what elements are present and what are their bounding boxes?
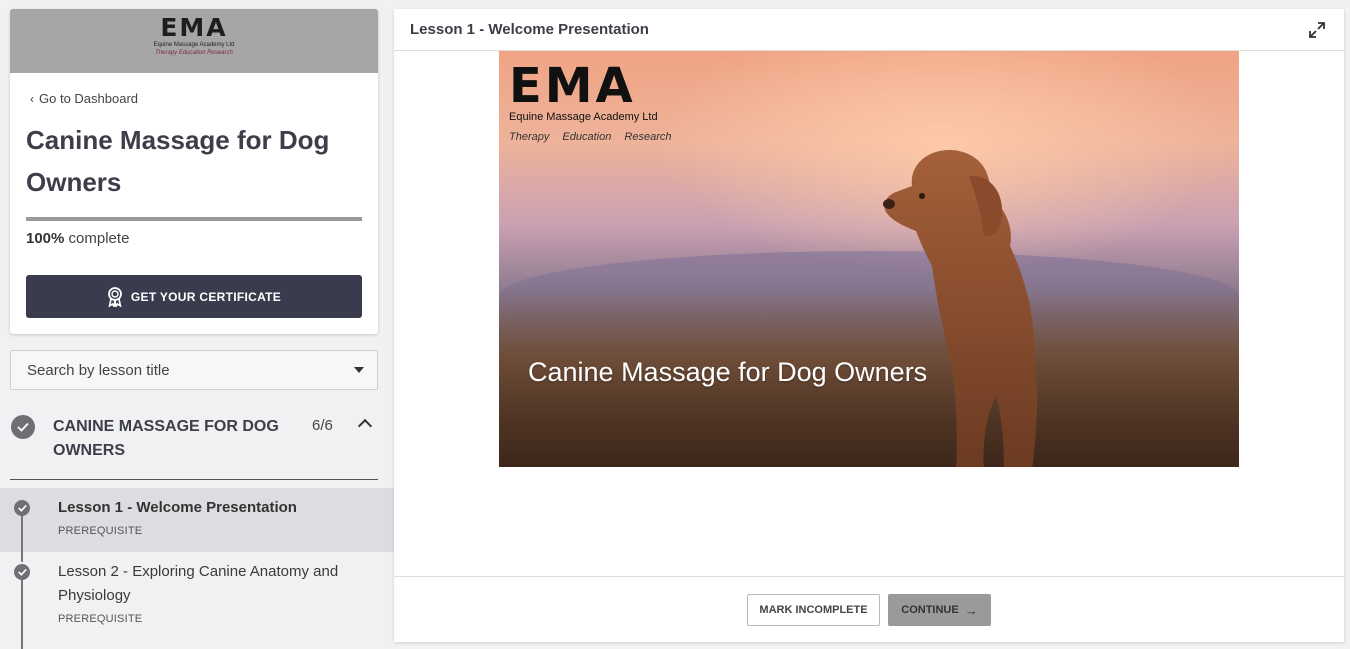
arrow-right-icon: →: [964, 602, 978, 618]
go-to-dashboard-link[interactable]: ‹ Go to Dashboard: [30, 91, 138, 106]
sidebar: EMA Equine Massage Academy Ltd Therapy E…: [0, 0, 394, 649]
course-title: Canine Massage for Dog Owners: [26, 125, 330, 197]
logo-subtitle: Equine Massage Academy Ltd: [153, 42, 235, 48]
chapter-header[interactable]: CANINE MASSAGE FOR DOG OWNERS 6/6: [10, 405, 378, 480]
progress-suffix: complete: [68, 230, 130, 247]
expand-icon[interactable]: [1308, 21, 1326, 39]
lesson-heading: Lesson 1 - Welcome Presentation: [410, 21, 649, 38]
media-ema-logo: EMA Equine Massage Academy Ltd Therapy E…: [509, 61, 671, 143]
chapter-check-icon: [11, 415, 35, 439]
presentation-title: Canine Massage for Dog Owners: [528, 357, 928, 387]
caret-down-icon: [354, 367, 364, 373]
logo-text: EMA: [160, 13, 228, 42]
ema-logo: EMA Equine Massage Academy Ltd Therapy E…: [148, 15, 240, 58]
mark-incomplete-button[interactable]: MARK INCOMPLETE: [747, 594, 880, 626]
get-certificate-button[interactable]: GET YOUR CERTIFICATE: [26, 275, 362, 318]
search-placeholder: Search by lesson title: [27, 361, 170, 379]
lesson-rail: [21, 580, 23, 649]
lesson-item-2[interactable]: Lesson 2 - Exploring Canine Anatomy and …: [0, 552, 394, 649]
lesson-check-icon: [14, 500, 30, 516]
chapter-title: CANINE MASSAGE FOR DOG OWNERS: [53, 418, 279, 459]
logo-tagline: Therapy Education Research: [155, 50, 233, 56]
progress-text: 100% complete: [26, 230, 129, 247]
media-logo-text: EMA: [509, 58, 636, 114]
back-link-label: Go to Dashboard: [39, 91, 139, 106]
presentation-media[interactable]: EMA Equine Massage Academy Ltd Therapy E…: [499, 51, 1239, 467]
progress-bar: [26, 217, 362, 221]
mark-incomplete-label: MARK INCOMPLETE: [759, 604, 868, 616]
media-logo-tagline: Therapy Education Research: [509, 131, 672, 143]
lesson-title: Lesson 2 - Exploring Canine Anatomy and …: [58, 563, 339, 604]
dog-image: [883, 150, 1038, 467]
lesson-tag: PREREQUISITE: [58, 525, 143, 537]
lesson-search-select[interactable]: Search by lesson title: [10, 350, 378, 390]
lesson-content: Lesson 1 - Welcome Presentation EMA Equi…: [394, 9, 1344, 642]
lesson-tag: PREREQUISITE: [58, 613, 143, 625]
lesson-item-1[interactable]: Lesson 1 - Welcome Presentation PREREQUI…: [0, 488, 394, 552]
continue-label: CONTINUE: [901, 604, 959, 616]
lesson-check-icon: [14, 564, 30, 580]
lesson-topbar: Lesson 1 - Welcome Presentation: [394, 9, 1344, 51]
award-icon: [107, 286, 122, 307]
lesson-rail: [21, 516, 23, 552]
chevron-left-icon: ‹: [30, 92, 34, 106]
progress-percent: 100%: [26, 230, 65, 247]
course-logo-banner: EMA Equine Massage Academy Ltd Therapy E…: [10, 9, 378, 73]
chevron-up-icon[interactable]: [357, 418, 373, 434]
media-logo-subtitle: Equine Massage Academy Ltd: [509, 111, 658, 123]
chapter-count: 6/6: [312, 417, 333, 434]
lesson-title: Lesson 1 - Welcome Presentation: [58, 499, 297, 516]
lesson-footer: MARK INCOMPLETE CONTINUE →: [394, 576, 1344, 642]
certificate-button-label: GET YOUR CERTIFICATE: [130, 289, 282, 304]
course-card: EMA Equine Massage Academy Ltd Therapy E…: [10, 9, 378, 334]
continue-button[interactable]: CONTINUE →: [888, 594, 991, 626]
progress-bar-fill: [26, 217, 362, 221]
lesson-rail: [21, 552, 23, 562]
